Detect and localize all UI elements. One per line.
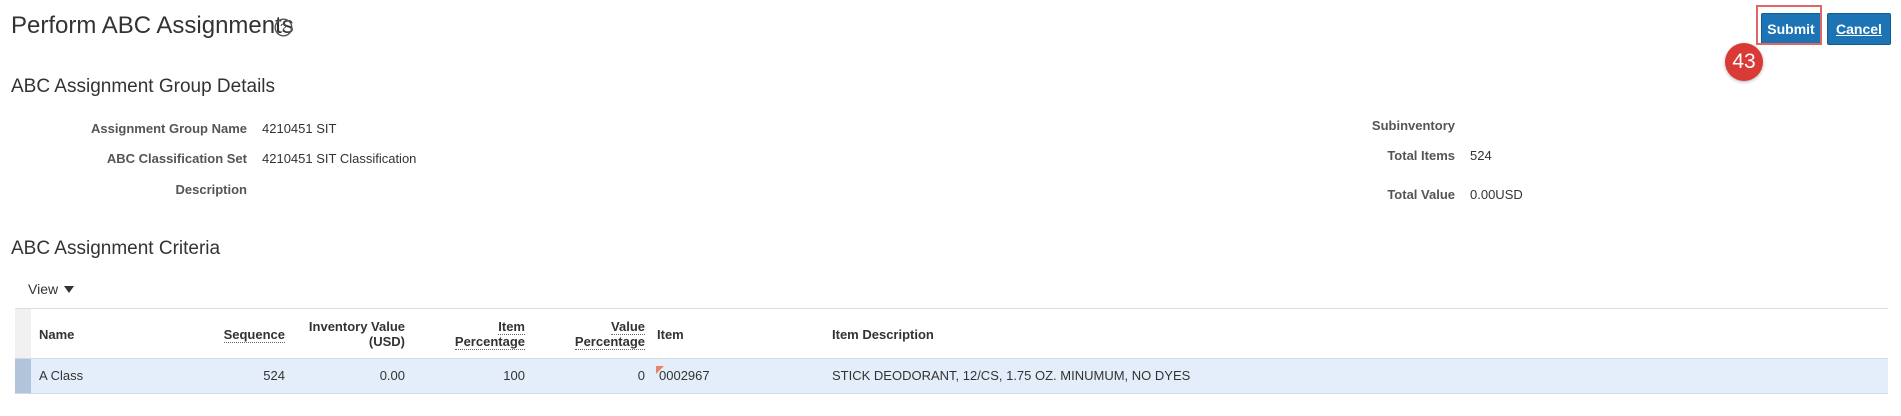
table-header-row: Name Sequence Inventory Value (USD) Item… — [15, 308, 1888, 359]
col-header-value-percentage[interactable]: Value Percentage — [515, 319, 645, 350]
col-header-inventory-value[interactable]: Inventory Value (USD) — [275, 319, 405, 349]
row-selector-handle[interactable] — [15, 359, 31, 393]
col-header-name[interactable]: Name — [39, 327, 74, 342]
cell-item-description: STICK DEODORANT, 12/CS, 1.75 OZ. MINUMUM… — [832, 368, 1191, 383]
criteria-title: ABC Assignment Criteria — [11, 238, 221, 259]
caret-down-icon — [64, 285, 75, 293]
total-items-value: 524 — [1470, 148, 1492, 163]
cell-sequence: 524 — [263, 368, 285, 383]
group-details-title: ABC Assignment Group Details — [11, 76, 276, 97]
svg-text:?: ? — [280, 21, 287, 35]
col-header-item-percentage[interactable]: Item Percentage — [395, 319, 525, 350]
cell-value-percentage: 0 — [637, 368, 645, 383]
cell-item: 0002967 — [659, 368, 710, 383]
col-header-sequence[interactable]: Sequence — [135, 327, 285, 343]
cell-item-percentage: 100 — [503, 368, 525, 383]
col-header-inventory-value-line1: Inventory Value — [308, 319, 405, 334]
assignment-group-name-label: Assignment Group Name — [90, 121, 247, 136]
cell-name: A Class — [39, 368, 84, 383]
classification-set-label: ABC Classification Set — [106, 151, 247, 166]
col-header-inventory-value-line2: (USD) — [368, 334, 405, 349]
description-label: Description — [175, 182, 247, 197]
cancel-button[interactable]: Cancel — [1827, 13, 1891, 45]
col-header-item-description[interactable]: Item Description — [832, 327, 934, 342]
total-value-label: Total Value — [1387, 187, 1455, 202]
col-header-value-pct-line2: Percentage — [574, 334, 645, 350]
assignment-group-name-value: 4210451 SIT — [262, 121, 337, 136]
help-icon[interactable]: ? — [274, 18, 293, 37]
total-value-value: 0.00USD — [1470, 187, 1523, 202]
view-menu-label: View — [28, 281, 59, 297]
classification-set-value: 4210451 SIT Classification — [262, 151, 417, 166]
col-header-value-pct-line1: Value — [611, 319, 645, 335]
submit-highlight-box — [1756, 5, 1822, 45]
table-row[interactable]: A Class 524 0.00 100 0 0002967 STICK DEO… — [15, 358, 1888, 394]
total-items-label: Total Items — [1387, 148, 1455, 163]
cell-inventory-value: 0.00 — [379, 368, 405, 383]
header-row-handle — [15, 309, 31, 359]
page-title: Perform ABC Assignments — [11, 12, 294, 39]
step-badge: 43 — [1725, 43, 1763, 81]
view-menu[interactable]: View — [28, 281, 75, 297]
subinventory-label: Subinventory — [1371, 118, 1455, 133]
col-header-item[interactable]: Item — [657, 327, 684, 342]
